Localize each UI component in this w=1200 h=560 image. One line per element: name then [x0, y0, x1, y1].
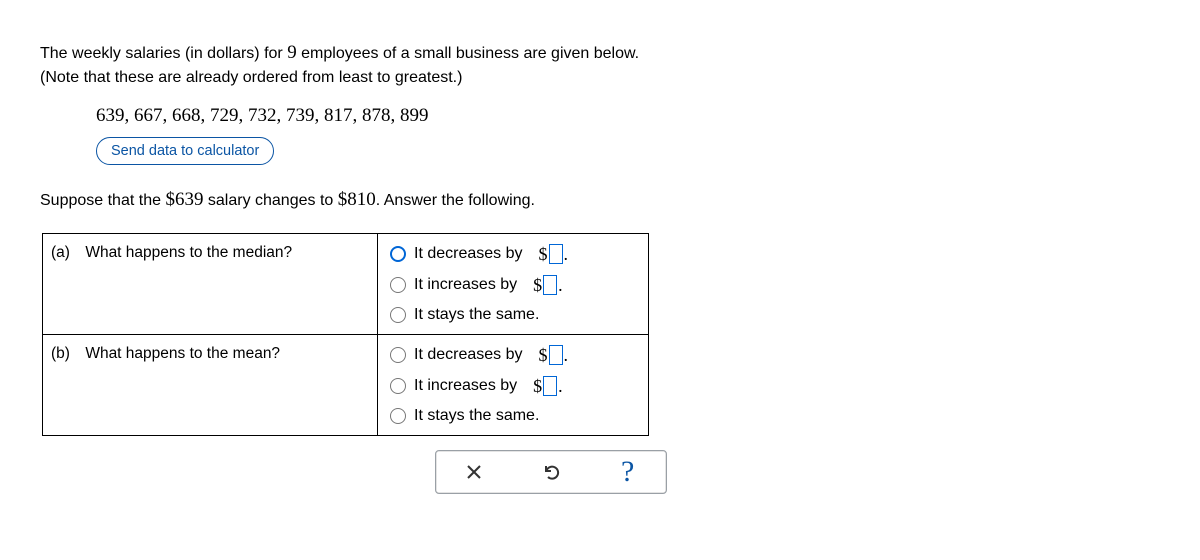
currency-symbol: $	[533, 275, 542, 296]
suppose-statement: Suppose that the $639 salary changes to …	[40, 189, 1160, 211]
part-a-label: (a)	[51, 244, 81, 262]
part-b-label: (b)	[51, 345, 81, 363]
period: .	[564, 345, 569, 366]
amount-a-decreases: $.	[539, 244, 569, 265]
part-b-question: What happens to the mean?	[85, 345, 280, 362]
employee-count: 9	[287, 42, 297, 63]
suppose-c: . Answer the following.	[376, 192, 535, 209]
amount-b-increases: $.	[533, 376, 563, 397]
problem-intro: The weekly salaries (in dollars) for 9 e…	[40, 40, 1160, 89]
input-a-decreases[interactable]	[549, 244, 563, 264]
currency-symbol: $	[539, 345, 548, 366]
question-table: (a) What happens to the median? It decre…	[42, 233, 649, 436]
amount-a-increases: $.	[533, 275, 563, 296]
radio-b-decreases[interactable]	[390, 347, 406, 363]
part-b-question-cell: (b) What happens to the mean?	[43, 334, 378, 435]
label-b-increases: It increases by	[414, 377, 517, 395]
intro-line1-a: The weekly salaries (in dollars) for	[40, 45, 287, 62]
label-a-same: It stays the same.	[414, 306, 539, 324]
label-b-same: It stays the same.	[414, 407, 539, 425]
part-b-answer-cell: It decreases by $. It increases by $. It…	[378, 334, 649, 435]
amount-b-decreases: $.	[539, 345, 569, 366]
undo-button[interactable]	[513, 451, 589, 493]
intro-line1-b: employees of a small business are given …	[297, 45, 639, 62]
label-a-decreases: It decreases by	[414, 245, 523, 263]
currency-symbol: $	[539, 244, 548, 265]
period: .	[564, 244, 569, 265]
part-a-question: What happens to the median?	[85, 244, 292, 261]
period: .	[558, 376, 563, 397]
input-b-increases[interactable]	[543, 376, 557, 396]
radio-a-same[interactable]	[390, 307, 406, 323]
help-icon: ?	[621, 455, 634, 489]
radio-a-increases[interactable]	[390, 277, 406, 293]
label-a-increases: It increases by	[414, 276, 517, 294]
part-a-answer-cell: It decreases by $. It increases by $. It…	[378, 233, 649, 334]
radio-a-decreases[interactable]	[390, 246, 406, 262]
help-button[interactable]: ?	[590, 451, 666, 493]
radio-b-same[interactable]	[390, 408, 406, 424]
old-salary: $639	[165, 189, 203, 210]
label-b-decreases: It decreases by	[414, 346, 523, 364]
salary-data-list: 639, 667, 668, 729, 732, 739, 817, 878, …	[96, 105, 1160, 127]
close-icon	[465, 463, 483, 481]
suppose-b: salary changes to	[203, 192, 337, 209]
suppose-a: Suppose that the	[40, 192, 165, 209]
new-salary: $810	[338, 189, 376, 210]
radio-b-increases[interactable]	[390, 378, 406, 394]
send-data-button[interactable]: Send data to calculator	[96, 137, 274, 165]
intro-line2: (Note that these are already ordered fro…	[40, 67, 1160, 89]
input-b-decreases[interactable]	[549, 345, 563, 365]
undo-icon	[541, 462, 561, 482]
action-bar: ?	[435, 450, 667, 494]
clear-button[interactable]	[436, 451, 512, 493]
period: .	[558, 275, 563, 296]
currency-symbol: $	[533, 376, 542, 397]
part-a-question-cell: (a) What happens to the median?	[43, 233, 378, 334]
input-a-increases[interactable]	[543, 275, 557, 295]
